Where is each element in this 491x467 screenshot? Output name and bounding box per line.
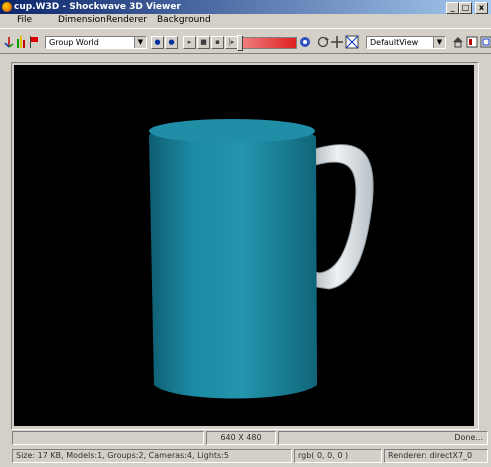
view-select-value: DefaultView xyxy=(370,38,419,47)
rotate-icon[interactable] xyxy=(317,36,329,48)
maximize-button[interactable]: □ xyxy=(459,2,472,14)
dimensions-readout: 640 X 480 xyxy=(206,431,276,445)
zoom-extents-icon[interactable] xyxy=(345,35,359,49)
camera-orbit-icon[interactable] xyxy=(299,36,311,48)
wire-shade-button[interactable]: ● xyxy=(165,36,178,49)
bars-icon[interactable] xyxy=(17,36,27,48)
axis-icon[interactable] xyxy=(4,36,14,48)
solid-shade-button[interactable]: ● xyxy=(151,36,164,49)
window-title: cup.W3D - Shockwave 3D Viewer xyxy=(14,2,181,12)
animation-slider-track[interactable] xyxy=(241,37,297,49)
status-pane-empty xyxy=(12,431,204,445)
pan-icon[interactable] xyxy=(331,36,343,48)
menu-renderer[interactable]: Renderer xyxy=(106,15,147,25)
group-select-value: Group World xyxy=(49,38,99,47)
shockwave-app-icon xyxy=(2,2,12,12)
title-bar: cup.W3D - Shockwave 3D Viewer _ □ x xyxy=(0,0,491,14)
rgb-readout: rgb( 0, 0, 0 ) xyxy=(294,449,382,463)
mug-body xyxy=(149,120,317,399)
menu-dimension[interactable]: Dimension xyxy=(58,15,106,25)
menu-bar: File Dimension Renderer Background xyxy=(0,14,491,27)
3d-viewport[interactable] xyxy=(14,65,474,426)
menu-background[interactable]: Background xyxy=(157,15,211,25)
pause-button[interactable]: ▪ xyxy=(211,36,224,49)
status-bar-bottom: Size: 17 KB, Models:1, Groups:2, Cameras… xyxy=(12,449,488,463)
toolbar: Group World ▼ ● ● ▸ ■ ▪ |▸ DefaultView ▼ xyxy=(0,28,491,54)
reset-view-icon[interactable] xyxy=(466,36,478,48)
status-bar-top: 640 X 480 Done... xyxy=(12,431,488,445)
renderer-readout: Renderer: directX7_0 xyxy=(384,449,488,463)
group-select[interactable]: Group World ▼ xyxy=(45,36,147,49)
play-button[interactable]: ▸ xyxy=(183,36,196,49)
load-status: Done... xyxy=(278,431,488,445)
view-select[interactable]: DefaultView ▼ xyxy=(366,36,446,49)
stop-button[interactable]: ■ xyxy=(197,36,210,49)
mug-rim xyxy=(149,119,315,143)
fullscreen-icon[interactable] xyxy=(480,36,491,48)
home-icon[interactable] xyxy=(452,36,464,48)
flag-icon[interactable] xyxy=(29,36,39,48)
mug-model xyxy=(149,119,374,399)
chevron-down-icon: ▼ xyxy=(433,37,445,48)
minimize-button[interactable]: _ xyxy=(446,2,459,14)
close-button[interactable]: x xyxy=(475,2,488,14)
scene-info: Size: 17 KB, Models:1, Groups:2, Cameras… xyxy=(12,449,292,463)
animation-slider-thumb[interactable] xyxy=(237,35,243,51)
chevron-down-icon: ▼ xyxy=(134,37,146,48)
menu-file[interactable]: File xyxy=(17,15,32,25)
